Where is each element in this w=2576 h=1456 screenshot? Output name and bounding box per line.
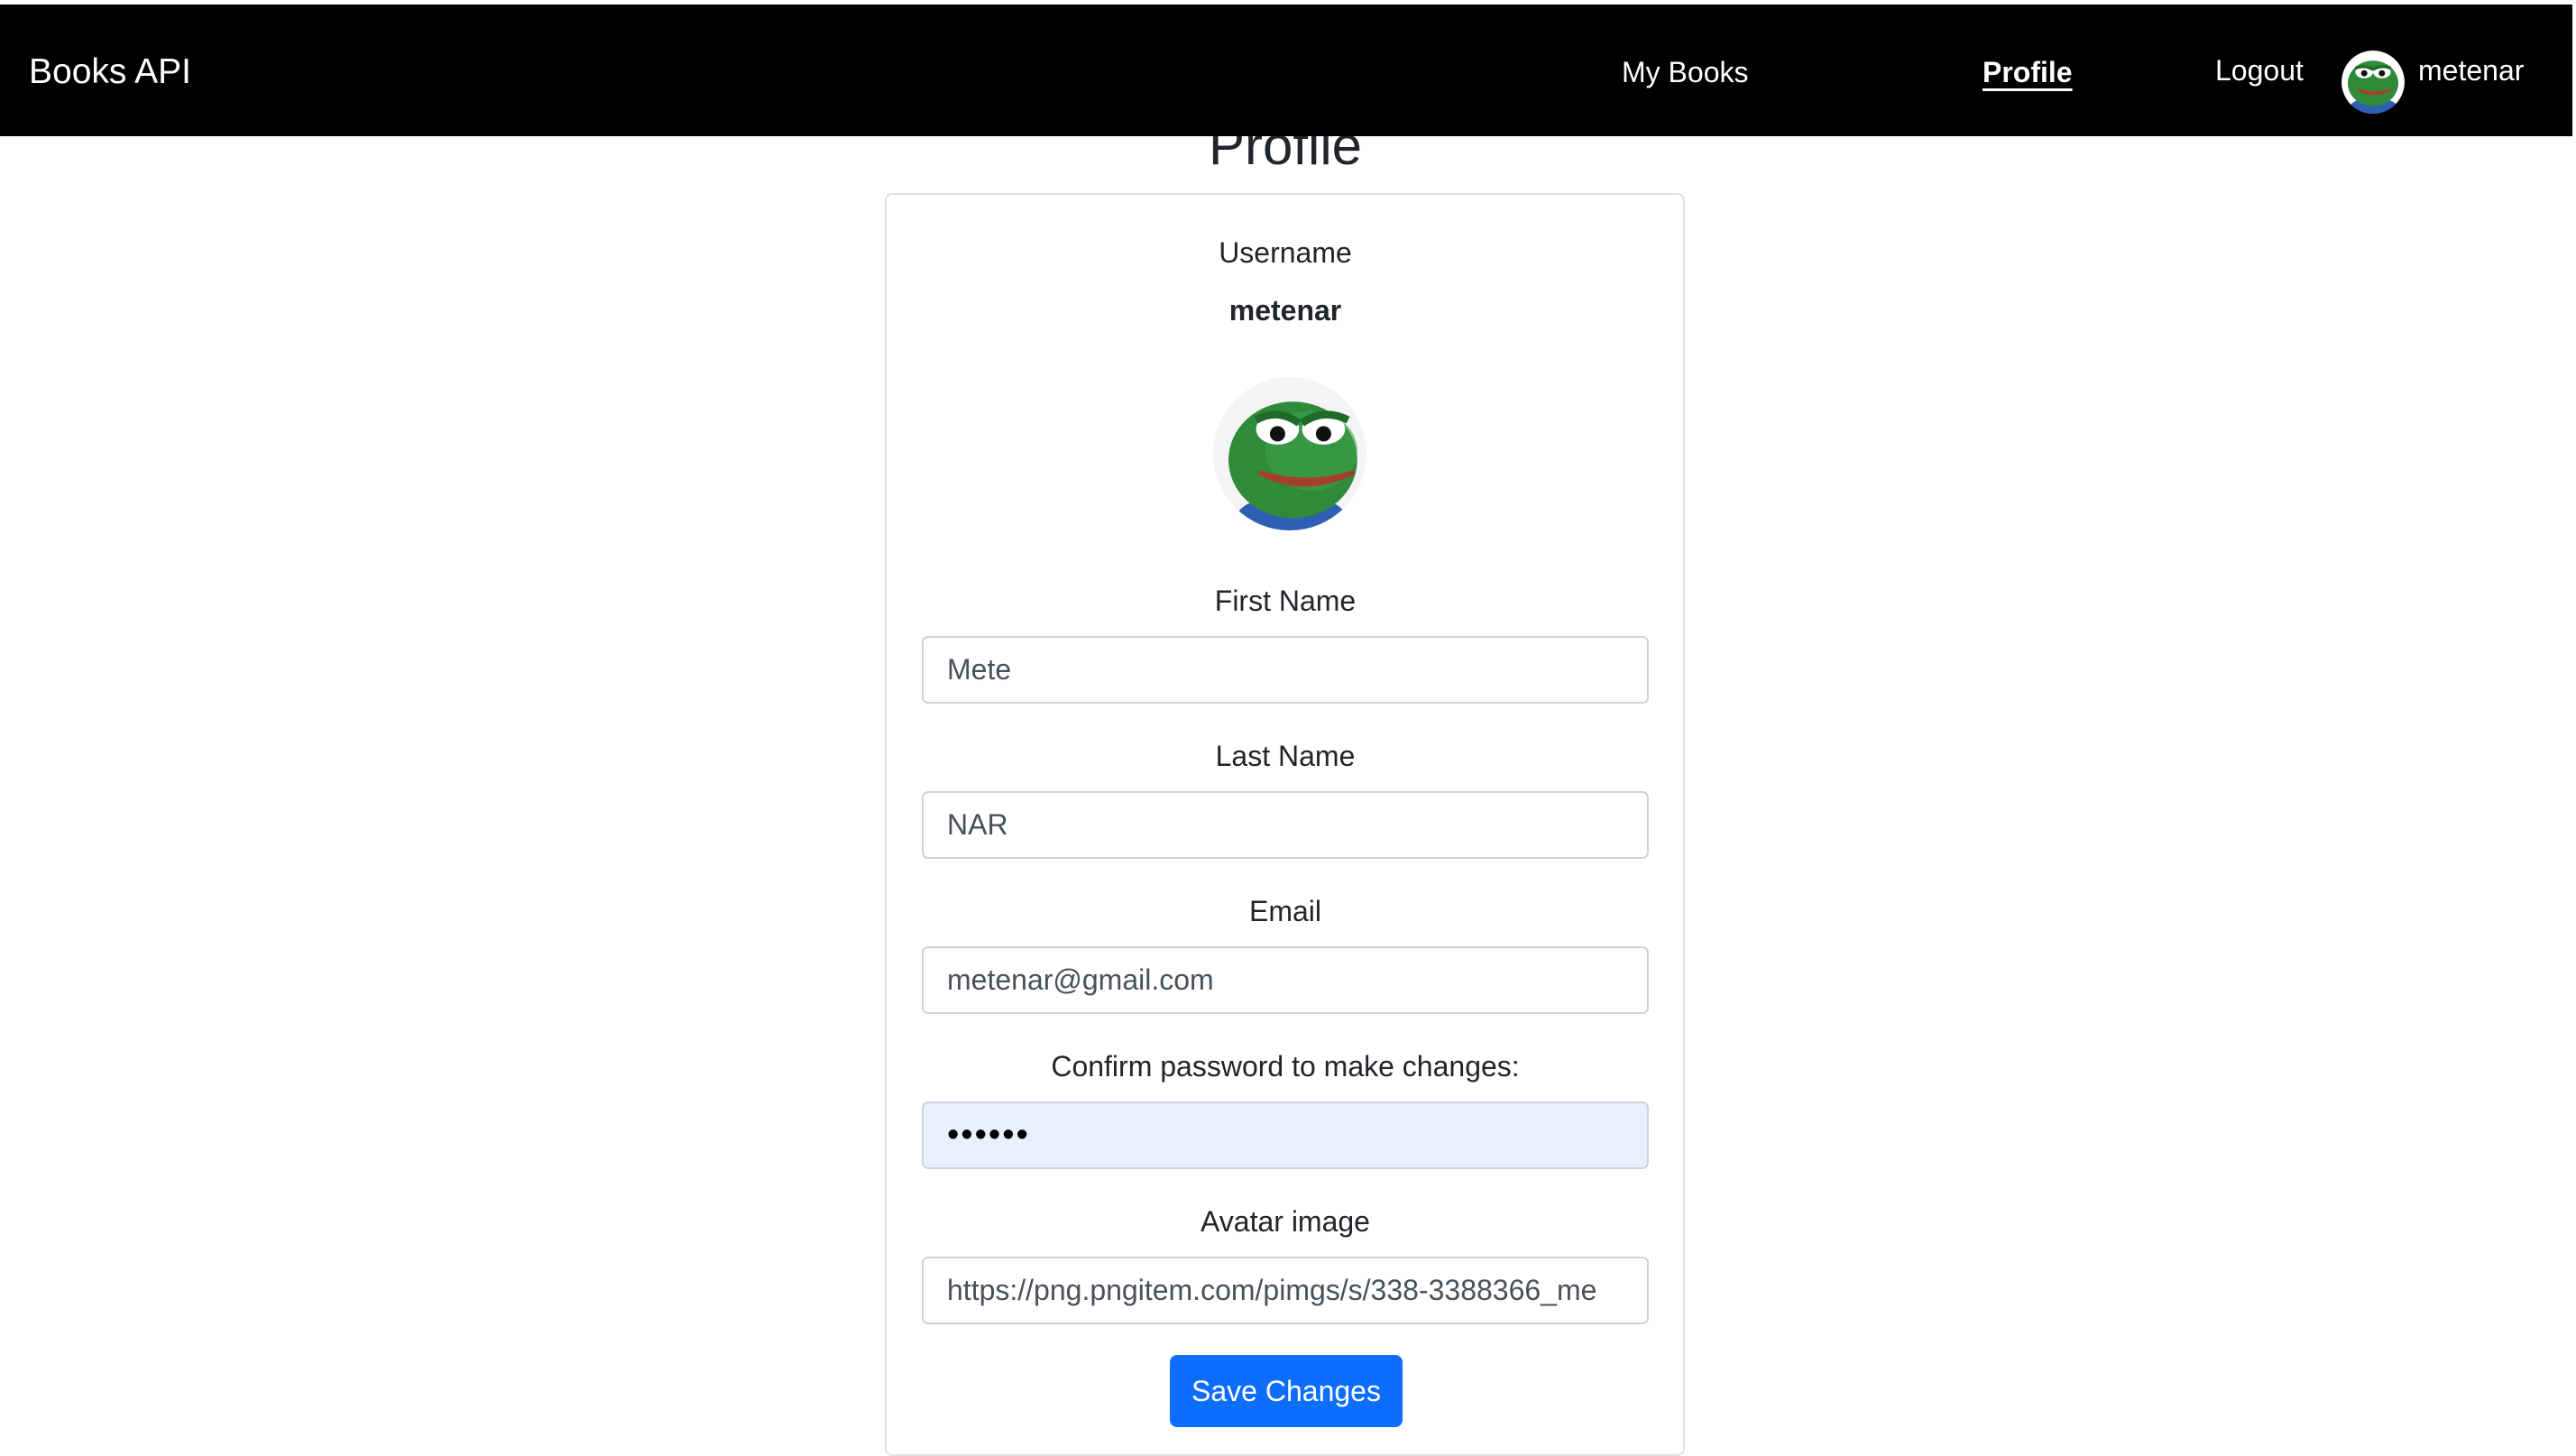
confirm-password-label: Confirm password to make changes:: [1051, 1050, 1520, 1083]
nav-logout-link[interactable]: Logout: [2215, 50, 2304, 91]
confirm-password-input[interactable]: [922, 1101, 1649, 1169]
save-changes-button[interactable]: Save Changes: [1170, 1355, 1403, 1427]
pepe-frog-avatar-icon: [2341, 51, 2405, 114]
top-navbar: Books API My Books Profile Logout metena…: [0, 5, 2572, 136]
nav-my-books-link[interactable]: My Books: [1622, 51, 1748, 93]
profile-avatar: [1213, 377, 1366, 530]
brand-link[interactable]: Books API: [29, 50, 191, 95]
first-name-input[interactable]: [922, 636, 1649, 704]
avatar-url-input[interactable]: [922, 1257, 1649, 1324]
nav-profile-link[interactable]: Profile: [1983, 51, 2073, 93]
avatar-image-label: Avatar image: [1201, 1205, 1370, 1238]
email-input[interactable]: [922, 946, 1649, 1014]
first-name-label: First Name: [1214, 585, 1357, 617]
username-value: metenar: [1228, 294, 1342, 327]
nav-avatar[interactable]: [2341, 51, 2405, 114]
last-name-input[interactable]: [922, 791, 1649, 859]
email-label: Email: [1248, 895, 1321, 927]
nav-username[interactable]: metenar: [2418, 50, 2524, 91]
last-name-label: Last Name: [1215, 740, 1356, 772]
username-label: Username: [1219, 236, 1352, 269]
pepe-frog-avatar-icon: [1213, 377, 1366, 530]
